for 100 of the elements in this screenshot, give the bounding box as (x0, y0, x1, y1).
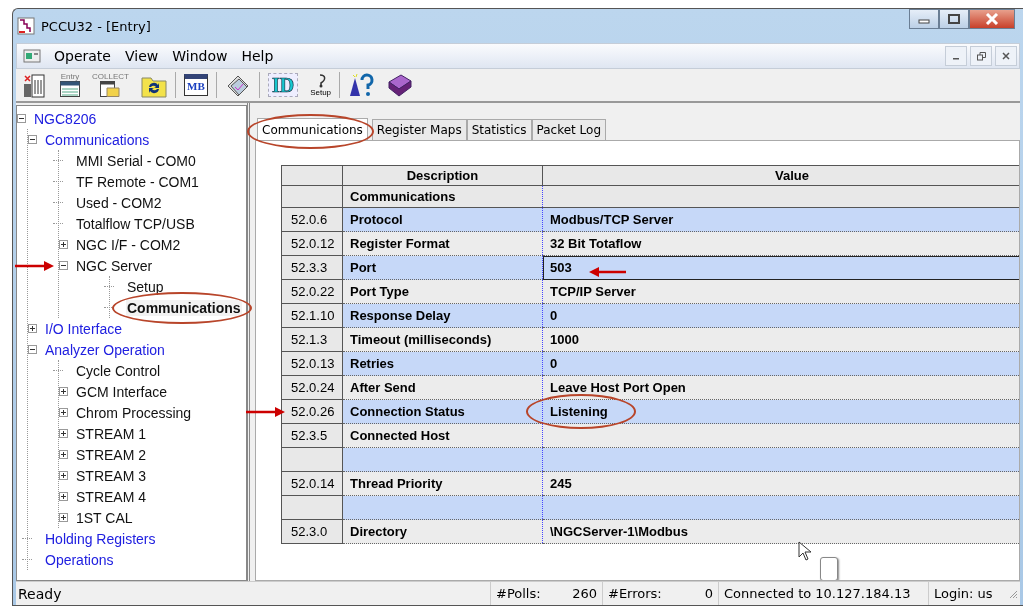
description-cell: Port (342, 255, 543, 280)
tree-item[interactable]: I/O Interface (44, 320, 124, 337)
app-icon (17, 17, 35, 35)
tree-item[interactable]: STREAM 4 (75, 488, 147, 505)
tab[interactable]: Packet Log (531, 119, 606, 140)
column-header: Description (342, 165, 543, 186)
value-cell[interactable]: 1000 (542, 327, 1019, 352)
tree-item[interactable]: TF Remote - COM1 (75, 173, 200, 190)
tree-item[interactable]: Communications (126, 299, 242, 316)
column-header (281, 165, 343, 186)
description-cell: Response Delay (342, 303, 543, 328)
tree-item[interactable]: Used - COM2 (75, 194, 163, 211)
row-id-cell: 52.1.3 (281, 327, 343, 352)
description-cell: Register Format (342, 231, 543, 256)
tree-item[interactable]: Cycle Control (75, 362, 162, 379)
tree-item[interactable]: MMI Serial - COM0 (75, 152, 197, 169)
toolbar-button[interactable]: Setup (306, 70, 336, 100)
tree-item[interactable]: Analyzer Operation (44, 341, 166, 358)
value-cell[interactable]: 32 Bit Totaflow (542, 231, 1019, 256)
menu-item[interactable]: Operate (47, 48, 118, 64)
tree-item[interactable]: Communications (44, 131, 151, 148)
mouse-pointer-icon (798, 541, 812, 561)
expand-icon[interactable] (59, 387, 68, 396)
folder-window-icon (100, 81, 121, 97)
value-cell[interactable] (542, 185, 1019, 208)
login-status: Login: us (934, 586, 993, 601)
tree-item[interactable]: NGC I/F - COM2 (75, 236, 182, 253)
description-cell: Retries (342, 351, 543, 376)
row-id-cell: 52.3.3 (281, 255, 343, 280)
expand-icon[interactable] (28, 324, 37, 333)
description-cell: Timeout (milliseconds) (342, 327, 543, 352)
menu-item[interactable]: Help (234, 48, 281, 64)
value-cell[interactable]: 245 (542, 471, 1019, 496)
minimize-button[interactable] (909, 9, 939, 29)
expand-icon[interactable] (59, 240, 68, 249)
errors-count: 0 (704, 586, 713, 601)
value-cell[interactable]: Leave Host Port Open (542, 375, 1019, 400)
value-cell[interactable]: 0 (542, 351, 1019, 376)
expand-icon[interactable] (59, 429, 68, 438)
value-cell[interactable]: Listening (542, 399, 1019, 424)
tab[interactable]: Communications (257, 118, 368, 141)
tree-item[interactable]: GCM Interface (75, 383, 169, 400)
menu-item[interactable]: Window (165, 48, 235, 64)
row-id-cell: 52.0.13 (281, 351, 343, 376)
tab[interactable]: Statistics (466, 119, 532, 140)
close-button[interactable] (969, 9, 1015, 29)
collapse-icon[interactable] (17, 114, 26, 123)
value-cell[interactable]: 503 (542, 255, 1019, 280)
collapse-icon[interactable] (59, 261, 68, 270)
row-id-cell (281, 495, 343, 520)
description-cell: Directory (342, 519, 543, 544)
toolbar-button[interactable]: COLLECT (88, 70, 133, 100)
tree-item[interactable]: STREAM 2 (75, 446, 147, 463)
child-restore-button[interactable] (970, 46, 992, 66)
expand-icon[interactable] (59, 408, 68, 417)
device-icon (22, 72, 48, 98)
value-cell[interactable] (542, 447, 1019, 472)
tree-item[interactable]: Totalflow TCP/USB (75, 215, 196, 232)
menu-item[interactable]: View (117, 48, 166, 64)
value-cell[interactable]: \NGCServer-1\Modbus (542, 519, 1019, 544)
document-icon[interactable] (23, 48, 41, 64)
tree-item[interactable]: 1ST CAL (75, 509, 134, 526)
tab[interactable]: Register Maps (371, 119, 467, 140)
value-cell[interactable] (542, 495, 1019, 520)
tree-item[interactable]: NGC8206 (33, 110, 98, 127)
expand-icon[interactable] (59, 492, 68, 501)
help-book-icon (386, 72, 413, 98)
tree-item[interactable]: Operations (44, 551, 115, 568)
tree-item[interactable]: STREAM 1 (75, 425, 147, 442)
value-cell[interactable] (542, 423, 1019, 448)
column-header: Value (542, 165, 1019, 186)
tree-item[interactable]: Holding Registers (44, 530, 157, 547)
row-id-cell: 52.0.12 (281, 231, 343, 256)
row-id-cell: 52.3.0 (281, 519, 343, 544)
expand-icon[interactable] (59, 513, 68, 522)
child-close-button[interactable] (995, 46, 1017, 66)
maximize-button[interactable] (939, 9, 969, 29)
collapse-icon[interactable] (28, 345, 37, 354)
close-icon (1002, 52, 1010, 60)
connection-status: Connected to 10.127.184.13 (724, 586, 911, 601)
status-message: Ready (17, 585, 63, 602)
errors-label: #Errors: (608, 586, 662, 601)
tree-item[interactable]: Setup (126, 278, 165, 295)
row-id-cell: 52.0.6 (281, 207, 343, 232)
expand-icon[interactable] (59, 471, 68, 480)
value-cell[interactable]: TCP/IP Server (542, 279, 1019, 304)
description-cell: Thread Priority (342, 471, 543, 496)
tree-item[interactable]: NGC Server (75, 257, 154, 274)
expand-icon[interactable] (59, 450, 68, 459)
restore-icon (976, 51, 986, 61)
description-cell: Protocol (342, 207, 543, 232)
row-id-cell: 52.0.14 (281, 471, 343, 496)
help-wizard-icon (348, 72, 375, 98)
toolbar-button[interactable]: Entry (56, 70, 84, 100)
collapse-icon[interactable] (28, 135, 37, 144)
resize-grip-icon[interactable] (1008, 588, 1018, 599)
value-cell[interactable]: Modbus/TCP Server (542, 207, 1019, 232)
tree-item[interactable]: STREAM 3 (75, 467, 147, 484)
tree-item[interactable]: Chrom Processing (75, 404, 193, 421)
value-cell[interactable]: 0 (542, 303, 1019, 328)
